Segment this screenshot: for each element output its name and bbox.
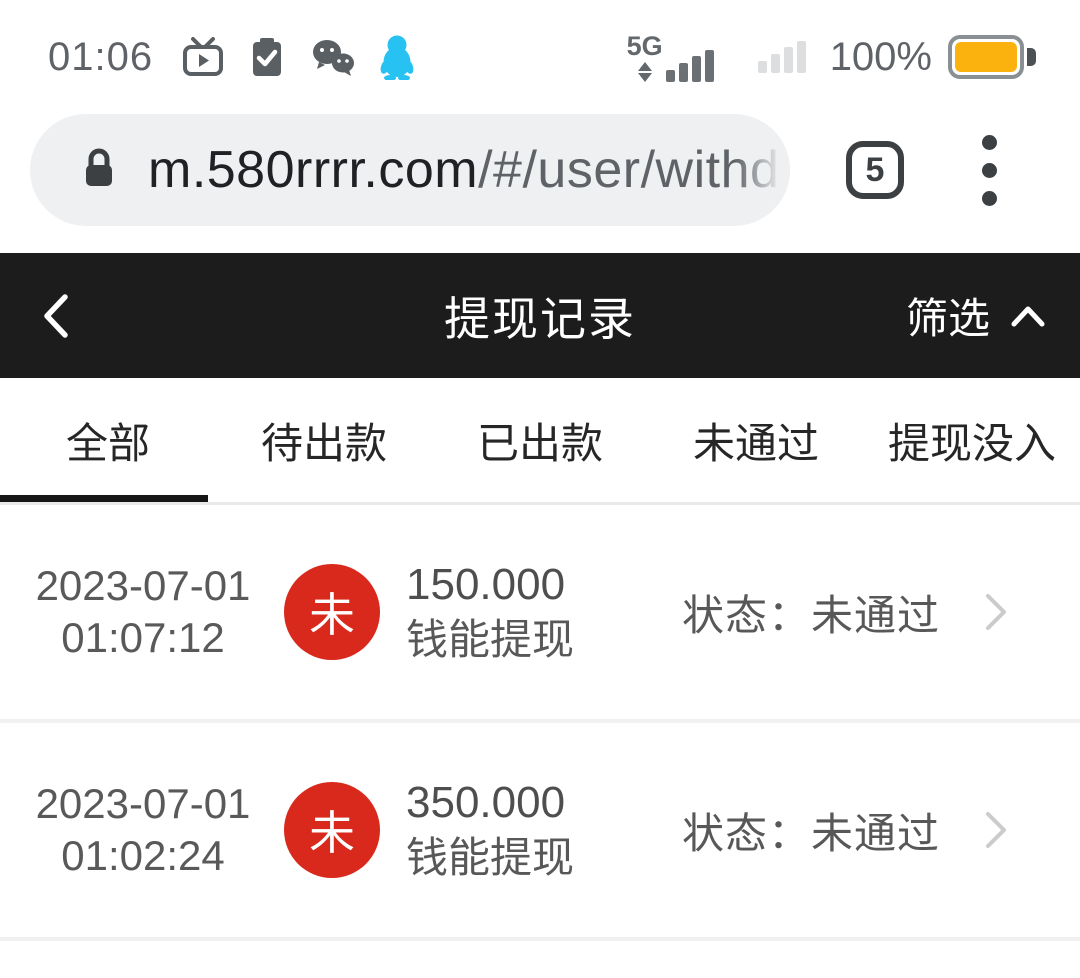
chevron-up-icon — [1010, 304, 1046, 328]
record-date: 2023-07-01 — [30, 560, 256, 612]
record-date: 2023-07-01 — [30, 778, 256, 830]
record-time: 01:07:12 — [30, 612, 256, 664]
signal-bars-sim1 — [666, 50, 714, 82]
record-status: 状态：未通过 — [682, 800, 940, 861]
chevron-right-icon — [982, 588, 1010, 636]
row-divider — [0, 937, 1080, 941]
url-domain: m.580rrrr.com — [148, 141, 478, 199]
withdrawal-record-list: 2023-07-01 01:07:12 未 150.000 钱能提现 状态：未通… — [0, 505, 1080, 941]
clipboard-check-icon — [245, 35, 289, 79]
tab-switcher-button[interactable]: 5 — [846, 141, 904, 199]
record-status: 状态：未通过 — [682, 582, 940, 643]
tab-all[interactable]: 全部 — [0, 378, 216, 502]
record-method: 钱能提现 — [406, 830, 574, 885]
page-title: 提现记录 — [444, 283, 636, 349]
lock-icon[interactable] — [80, 146, 118, 195]
url-path: /#/user/withd — [478, 141, 779, 199]
upload-arrow-icon — [638, 62, 652, 71]
record-amount-block: 150.000 钱能提现 — [406, 557, 574, 667]
record-row[interactable]: 2023-07-01 01:07:12 未 150.000 钱能提现 状态：未通… — [0, 505, 1080, 719]
back-button[interactable] — [34, 288, 78, 344]
status-bar: 01:06 — [0, 0, 1080, 100]
filter-label: 筛选 — [906, 285, 990, 346]
signal-bars-sim2 — [758, 41, 806, 73]
record-method: 钱能提现 — [406, 612, 574, 667]
tab-rejected[interactable]: 未通过 — [648, 378, 864, 502]
filter-button[interactable]: 筛选 — [906, 285, 1046, 346]
tab-pending-payout[interactable]: 待出款 — [216, 378, 432, 502]
status-right-cluster: 5G 100% — [627, 33, 1036, 82]
qq-icon — [377, 34, 417, 80]
tab-paid-out[interactable]: 已出款 — [432, 378, 648, 502]
tv-icon — [181, 35, 225, 79]
cellular-signal: 5G — [627, 33, 714, 82]
network-type-label: 5G — [627, 33, 663, 60]
record-amount-block: 350.000 钱能提现 — [406, 775, 574, 885]
address-bar[interactable]: m.580rrrr.com/#/user/withd — [30, 114, 790, 226]
record-time: 01:02:24 — [30, 830, 256, 882]
record-amount: 350.000 — [406, 775, 574, 830]
filter-tabs: 全部 待出款 已出款 未通过 提现没入 — [0, 378, 1080, 505]
status-badge: 未 — [284, 782, 380, 878]
notification-icons — [181, 34, 417, 80]
wechat-icon — [309, 35, 357, 79]
download-arrow-icon — [638, 73, 652, 82]
battery-percent-label: 100% — [830, 35, 932, 80]
browser-toolbar: m.580rrrr.com/#/user/withd 5 — [0, 100, 1080, 240]
browser-menu-button[interactable] — [976, 129, 1003, 212]
page-header: 提现记录 筛选 — [0, 253, 1080, 378]
record-datetime: 2023-07-01 01:07:12 — [30, 560, 256, 664]
tab-not-credited[interactable]: 提现没入 — [864, 378, 1080, 502]
record-row[interactable]: 2023-07-01 01:02:24 未 350.000 钱能提现 状态：未通… — [0, 723, 1080, 937]
chevron-right-icon — [982, 806, 1010, 854]
record-amount: 150.000 — [406, 557, 574, 612]
battery-icon — [948, 35, 1036, 79]
record-datetime: 2023-07-01 01:02:24 — [30, 778, 256, 882]
chevron-left-icon — [34, 288, 78, 344]
url-text[interactable]: m.580rrrr.com/#/user/withd — [148, 140, 779, 200]
clock: 01:06 — [48, 35, 153, 80]
status-badge: 未 — [284, 564, 380, 660]
